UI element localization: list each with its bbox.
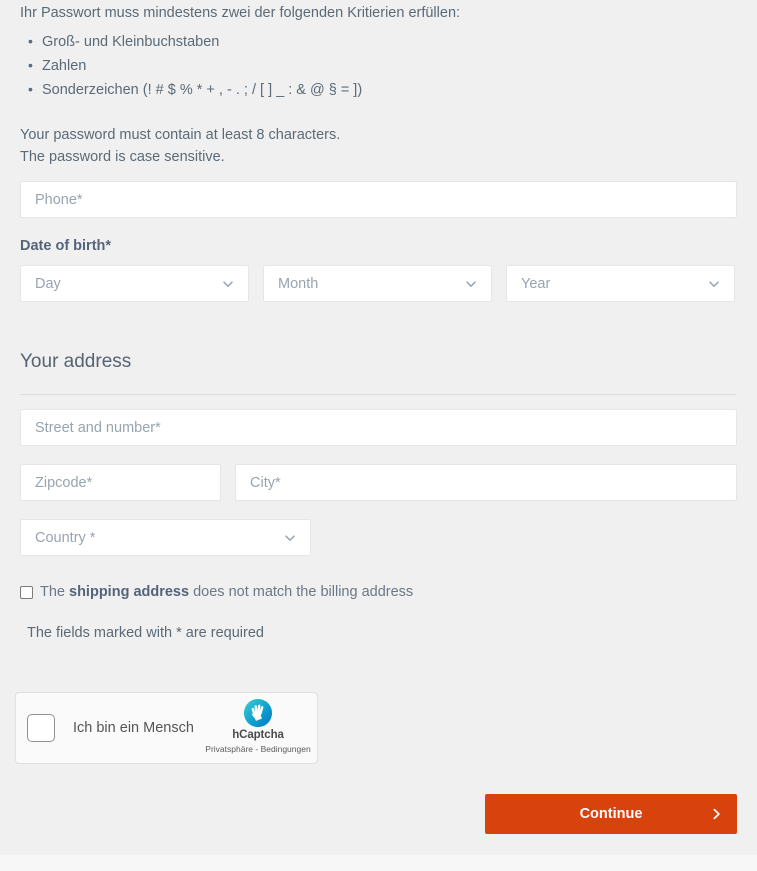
chevron-right-icon — [713, 808, 720, 820]
shipping-address-row[interactable]: The shipping address does not match the … — [20, 583, 413, 602]
city-placeholder: City* — [250, 474, 281, 491]
registration-form-page: Ihr Passwort muss mindestens zwei der fo… — [0, 0, 757, 871]
list-item: Groß- und Kleinbuchstaben — [28, 30, 737, 55]
year-select[interactable]: Year — [506, 265, 735, 302]
address-section-title: Your address — [20, 351, 132, 372]
password-length-note: Your password must contain at least 8 ch… — [20, 127, 341, 143]
page-bottom-strip — [0, 855, 757, 871]
hcaptcha-brand-name: hCaptcha — [232, 729, 284, 741]
year-select-value: Year — [521, 275, 551, 292]
chevron-down-icon — [285, 534, 295, 541]
street-placeholder: Street and number* — [35, 419, 161, 436]
zip-city-row: Zipcode* City* — [20, 464, 737, 501]
zipcode-placeholder: Zipcode* — [35, 474, 93, 491]
password-case-note: The password is case sensitive. — [20, 149, 225, 165]
country-select-value: Country * — [35, 529, 96, 546]
street-field-wrapper: Street and number* — [20, 409, 737, 446]
day-select-value: Day — [35, 275, 61, 292]
hcaptcha-label: Ich bin ein Mensch — [73, 720, 194, 736]
date-of-birth-label: Date of birth* — [20, 238, 112, 254]
required-fields-note: The fields marked with * are required — [27, 625, 264, 641]
shipping-address-label: The shipping address does not match the … — [40, 583, 413, 602]
country-select[interactable]: Country * — [20, 519, 311, 556]
hcaptcha-link-separator: - — [253, 744, 261, 754]
password-rules-list: Groß- und Kleinbuchstaben Zahlen Sonderz… — [20, 30, 737, 103]
shipping-label-emphasis: shipping address — [69, 584, 190, 600]
chevron-down-icon — [223, 280, 233, 287]
continue-button-label: Continue — [579, 806, 643, 822]
street-input[interactable]: Street and number* — [20, 409, 737, 446]
hcaptcha-terms-link[interactable]: Bedingungen — [261, 744, 311, 754]
country-field-wrapper: Country * — [20, 519, 311, 556]
address-divider — [20, 394, 736, 395]
hcaptcha-privacy-link[interactable]: Privatsphäre — [205, 744, 253, 754]
date-of-birth-row: Day Month Year — [20, 265, 737, 302]
city-input[interactable]: City* — [235, 464, 737, 501]
phone-input[interactable]: Phone* — [20, 181, 737, 218]
chevron-down-icon — [709, 280, 719, 287]
hcaptcha-legal-links: Privatsphäre - Bedingungen — [184, 744, 332, 754]
shipping-label-prefix: The — [40, 584, 70, 600]
month-select[interactable]: Month — [263, 265, 492, 302]
shipping-address-checkbox[interactable] — [20, 586, 33, 599]
hcaptcha-checkbox[interactable] — [27, 714, 55, 742]
zipcode-input[interactable]: Zipcode* — [20, 464, 221, 501]
hcaptcha-branding: hCaptcha Privatsphäre - Bedingungen — [205, 698, 311, 758]
month-select-value: Month — [278, 275, 319, 292]
continue-button[interactable]: Continue — [485, 794, 737, 834]
shipping-label-suffix: does not match the billing address — [189, 584, 414, 600]
phone-placeholder: Phone* — [35, 191, 83, 208]
list-item: Zahlen — [28, 54, 737, 79]
form-content: Ihr Passwort muss mindestens zwei der fo… — [20, 0, 737, 168]
phone-field-wrapper: Phone* — [20, 181, 737, 218]
day-select[interactable]: Day — [20, 265, 249, 302]
password-rules-intro: Ihr Passwort muss mindestens zwei der fo… — [20, 5, 461, 21]
chevron-down-icon — [466, 280, 476, 287]
hcaptcha-hand-icon — [243, 698, 273, 728]
list-item: Sonderzeichen (! # $ % * + , - . ; / [ ]… — [28, 78, 737, 103]
hcaptcha-widget[interactable]: Ich bin ein Mensch hCaptcha Privatsphäre… — [15, 692, 318, 764]
